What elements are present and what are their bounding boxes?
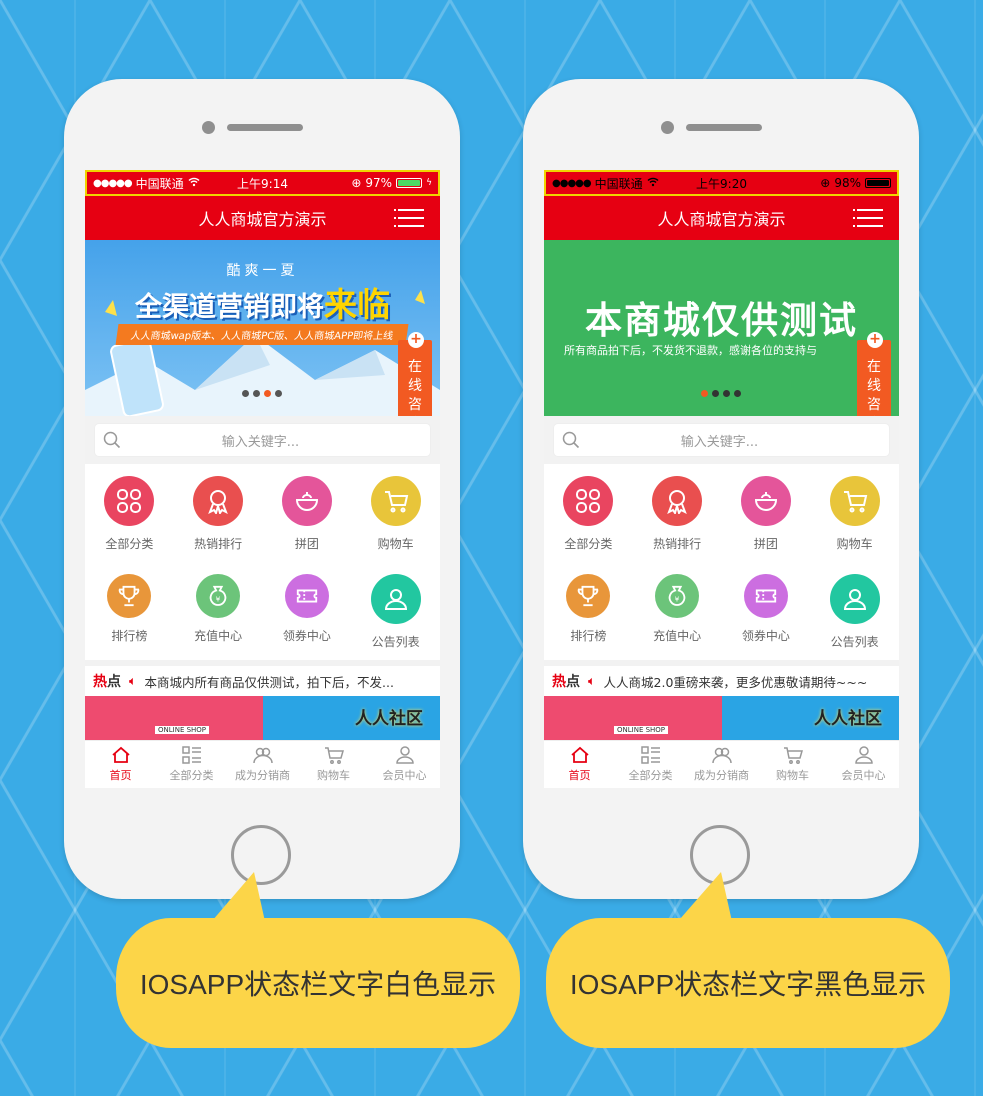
caption-black-status: IOSAPP状态栏文字黑色显示 (546, 918, 950, 1048)
caption-white-status: IOSAPP状态栏文字白色显示 (116, 918, 520, 1048)
